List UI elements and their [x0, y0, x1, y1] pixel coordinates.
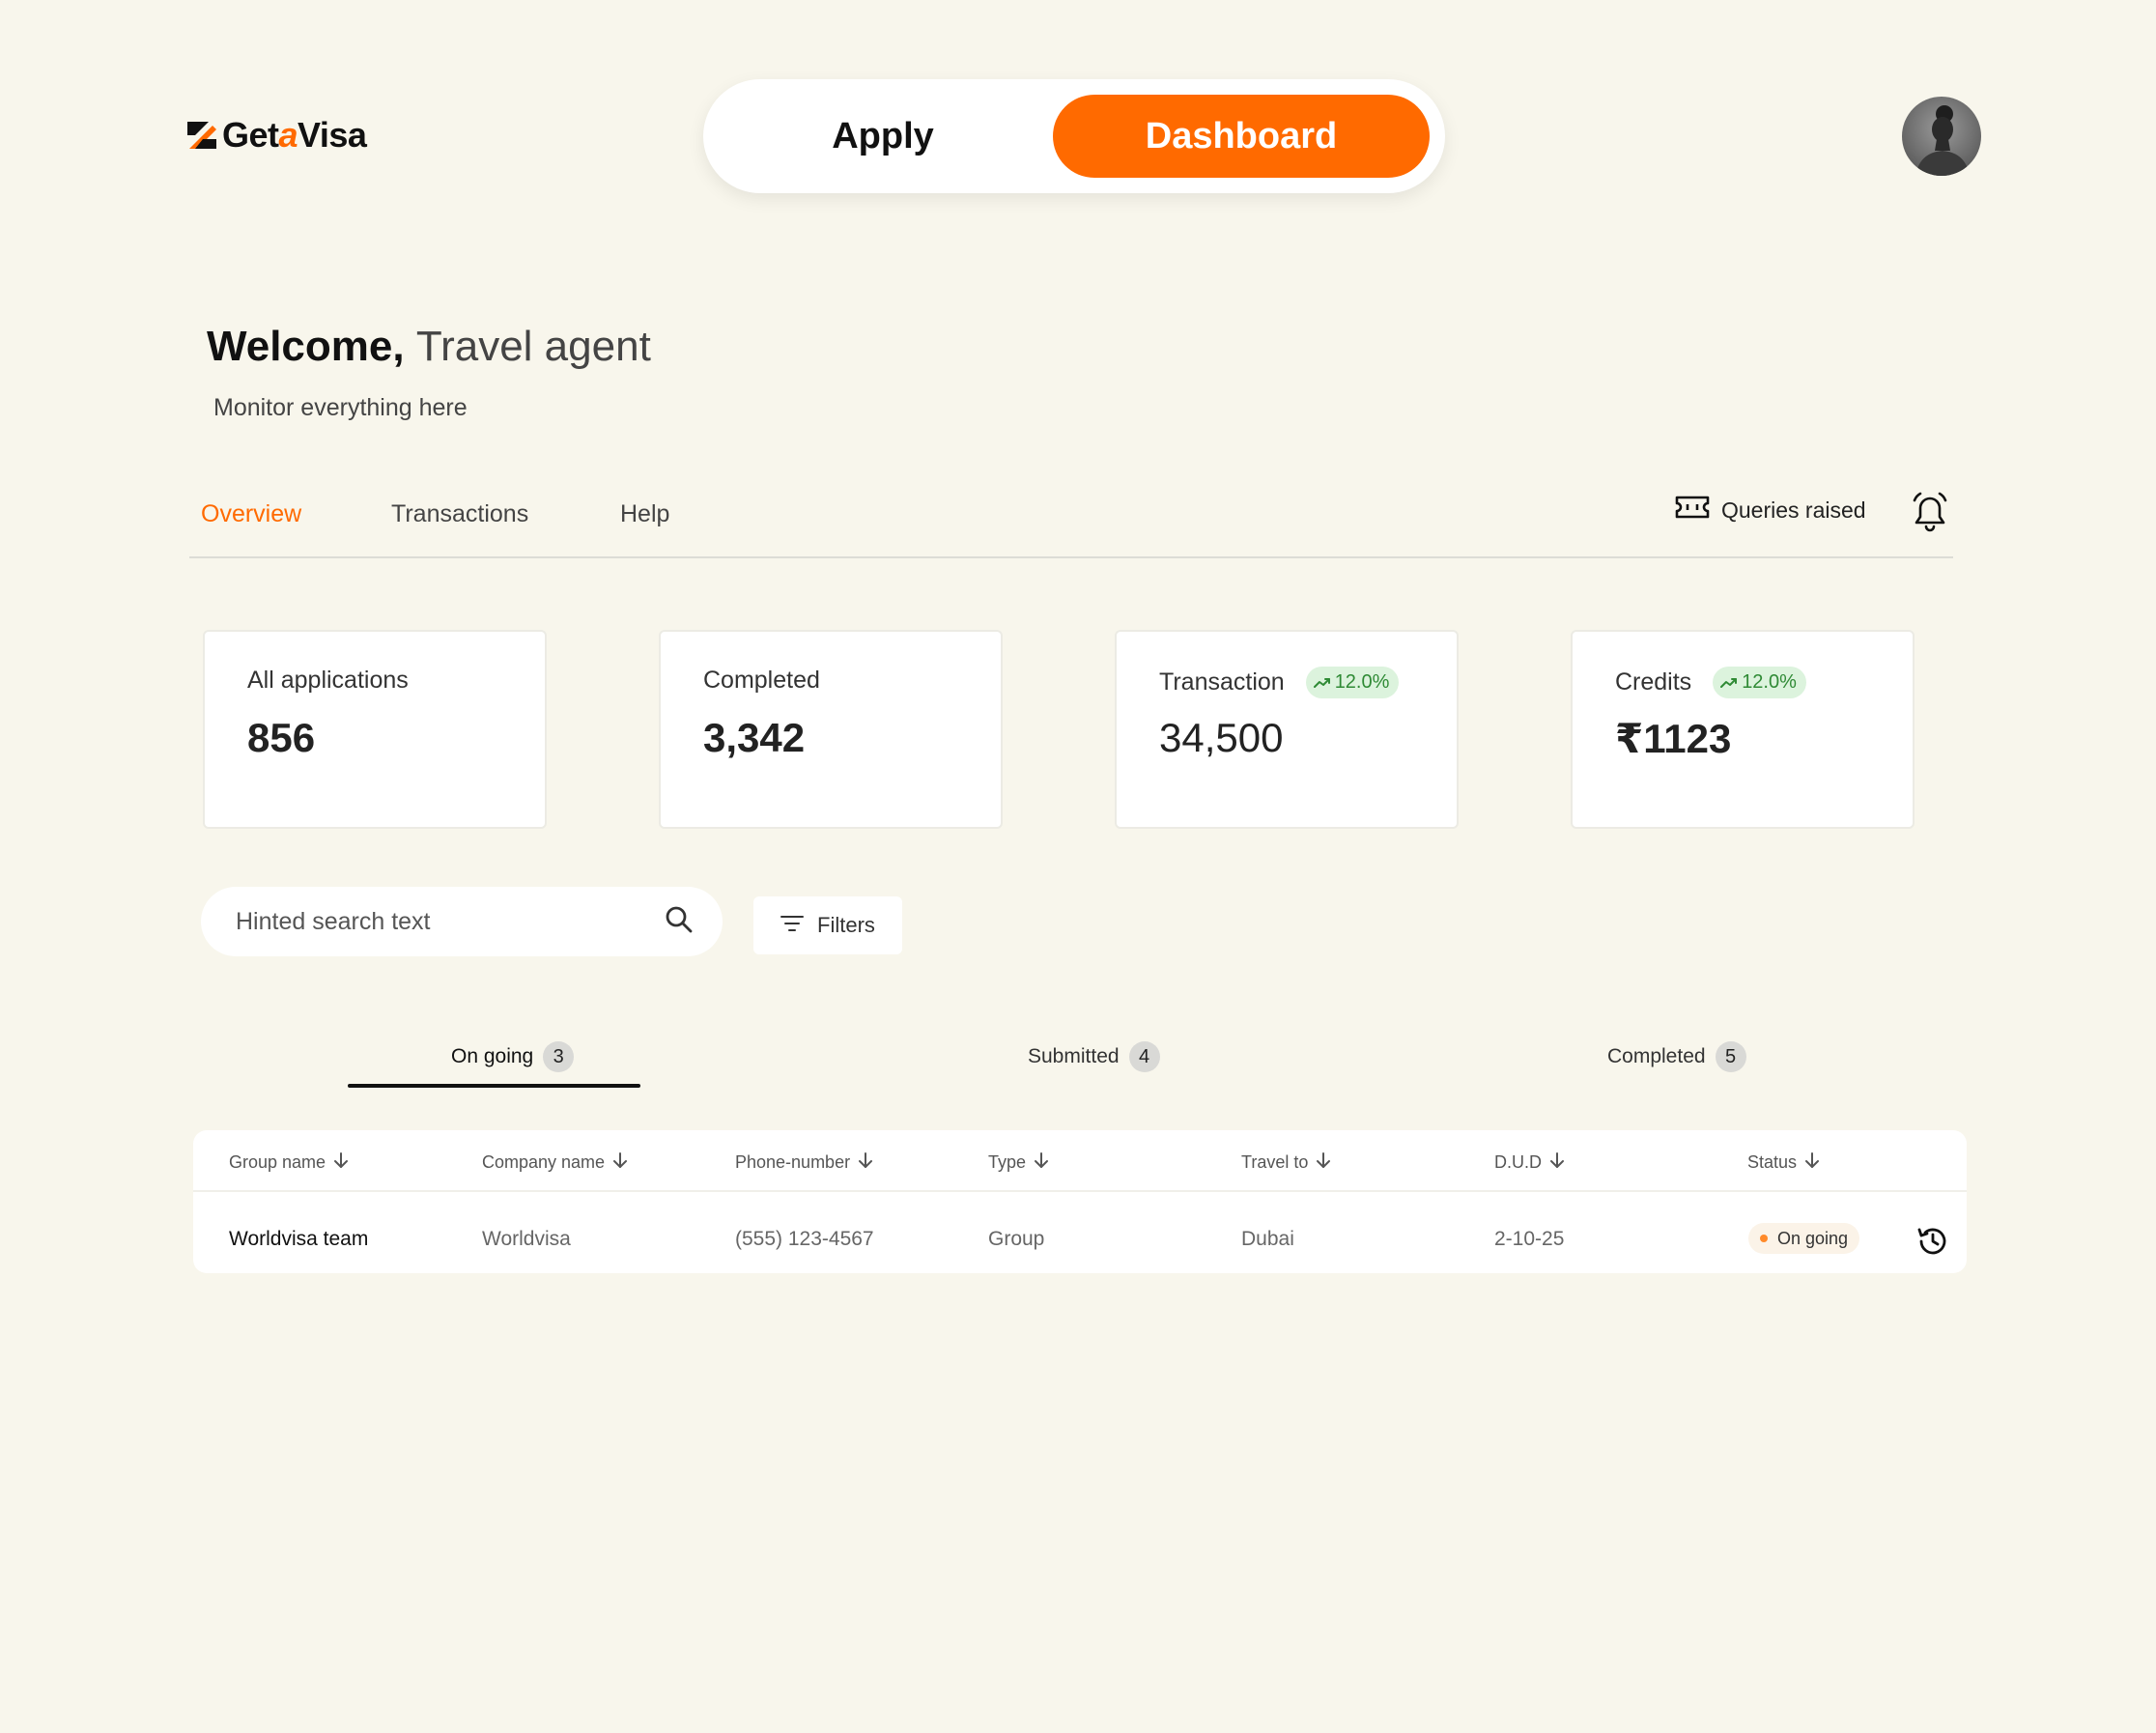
count-badge: 5	[1715, 1041, 1746, 1072]
history-button[interactable]	[1916, 1225, 1949, 1258]
logo-mark-icon	[187, 122, 216, 149]
filters-label: Filters	[817, 913, 875, 937]
cell-phone: (555) 123-4567	[735, 1228, 874, 1250]
arrow-down-icon	[1316, 1151, 1331, 1174]
nav-divider	[189, 556, 1953, 558]
column-header-group-name[interactable]: Group name	[229, 1151, 349, 1174]
arrow-down-icon	[333, 1151, 349, 1174]
arrow-down-icon	[1549, 1151, 1565, 1174]
trend-up-icon	[1720, 677, 1738, 688]
status-tab-ongoing[interactable]: On going 3	[451, 1041, 575, 1072]
stat-value: 34,500	[1159, 715, 1284, 760]
applications-table: Group name Company name Phone-number Typ…	[193, 1130, 1967, 1273]
user-avatar-icon	[1915, 105, 1970, 176]
brand-name: GetaVisa	[222, 115, 367, 155]
stat-label: All applications	[247, 667, 409, 694]
stat-card-completed[interactable]: Completed 3,342	[659, 630, 1003, 829]
table-header: Group name Company name Phone-number Typ…	[193, 1130, 1967, 1192]
search-icon[interactable]	[665, 905, 694, 939]
dashboard-button[interactable]: Dashboard	[1053, 95, 1430, 178]
page-subtitle: Monitor everything here	[213, 394, 468, 421]
page-title: Welcome, Travel agent	[207, 323, 651, 370]
column-header-company-name[interactable]: Company name	[482, 1151, 628, 1174]
status-tab-completed[interactable]: Completed 5	[1607, 1041, 1746, 1072]
count-badge: 3	[543, 1041, 575, 1072]
stat-card-credits[interactable]: Credits 12.0% ₹1123	[1571, 630, 1915, 829]
trend-badge: 12.0%	[1305, 667, 1400, 698]
stat-value: 856	[247, 715, 316, 760]
mode-toggle: Apply Dashboard	[703, 79, 1445, 193]
cell-type: Group	[988, 1228, 1045, 1250]
notifications-button[interactable]	[1911, 491, 1949, 533]
tab-overview[interactable]: Overview	[201, 500, 301, 528]
cell-group-name: Worldvisa team	[229, 1228, 369, 1250]
brand-logo[interactable]: GetaVisa	[187, 114, 367, 156]
stat-label: Transaction	[1159, 668, 1285, 696]
avatar[interactable]	[1902, 97, 1981, 176]
queries-raised-button[interactable]: Queries raised	[1675, 495, 1866, 526]
active-tab-indicator	[348, 1084, 640, 1088]
apply-button[interactable]: Apply	[719, 95, 1047, 178]
cell-company-name: Worldvisa	[482, 1228, 571, 1250]
cell-travel-to: Dubai	[1241, 1228, 1294, 1250]
tab-help[interactable]: Help	[620, 500, 669, 528]
column-header-travel-to[interactable]: Travel to	[1241, 1151, 1331, 1174]
column-header-type[interactable]: Type	[988, 1151, 1049, 1174]
status-tab-label: Submitted	[1028, 1045, 1120, 1067]
arrow-down-icon	[1804, 1151, 1820, 1174]
arrow-down-icon	[1034, 1151, 1049, 1174]
bell-icon	[1913, 492, 1947, 532]
column-header-dud[interactable]: D.U.D	[1494, 1151, 1565, 1174]
status-badge: On going	[1748, 1223, 1860, 1254]
column-header-phone-number[interactable]: Phone-number	[735, 1151, 873, 1174]
user-role: Travel agent	[415, 323, 651, 370]
trend-up-icon	[1313, 677, 1330, 688]
stat-value: 3,342	[703, 715, 806, 760]
stat-card-transaction[interactable]: Transaction 12.0% 34,500	[1115, 630, 1459, 829]
status-tab-submitted[interactable]: Submitted 4	[1028, 1041, 1160, 1072]
count-badge: 4	[1128, 1041, 1160, 1072]
cell-dud: 2-10-25	[1494, 1228, 1565, 1250]
search-box	[201, 887, 723, 956]
trend-badge: 12.0%	[1713, 667, 1806, 698]
arrow-down-icon	[612, 1151, 628, 1174]
status-dot-icon	[1760, 1235, 1768, 1242]
status-tab-label: Completed	[1607, 1045, 1706, 1067]
history-icon	[1917, 1228, 1946, 1255]
arrow-down-icon	[858, 1151, 873, 1174]
ticket-icon	[1675, 495, 1710, 526]
tab-transactions[interactable]: Transactions	[391, 500, 528, 528]
stat-value: ₹1123	[1615, 716, 1732, 761]
stat-label: Completed	[703, 667, 820, 694]
search-input[interactable]	[236, 907, 665, 936]
filter-icon	[780, 913, 805, 938]
stat-label: Credits	[1615, 668, 1692, 696]
queries-raised-label: Queries raised	[1721, 497, 1866, 523]
filters-button[interactable]: Filters	[753, 896, 902, 954]
status-tab-label: On going	[451, 1045, 534, 1067]
stat-card-all-applications[interactable]: All applications 856	[203, 630, 547, 829]
column-header-status[interactable]: Status	[1747, 1151, 1820, 1174]
